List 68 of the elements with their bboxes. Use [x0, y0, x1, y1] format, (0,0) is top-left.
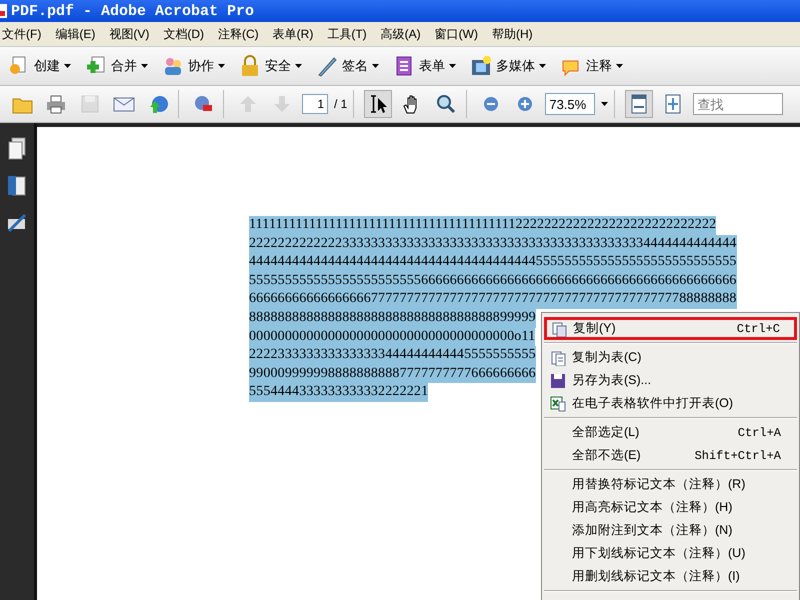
- caret-icon: [141, 64, 148, 68]
- toolbar-button[interactable]: 表单: [391, 53, 458, 79]
- table-icon: [550, 350, 566, 366]
- selected-text: 0000000000000000000000000000000000000o11: [249, 328, 536, 346]
- menu-item[interactable]: 用替换符标记文本（注释）(R): [544, 473, 797, 496]
- pen-icon: [316, 55, 338, 77]
- caret-icon: [218, 64, 225, 68]
- menu-item[interactable]: 另存为表(S)...: [544, 369, 797, 392]
- selected-text: 11111111111111111111111111111111111111112222222222222222222222222222: [249, 216, 716, 235]
- menu-item[interactable]: 帮助(H): [492, 26, 533, 42]
- menu-item[interactable]: 添加附注到文本（注释）(N): [544, 519, 797, 542]
- pages-icon[interactable]: [7, 137, 27, 161]
- selected-text: 5554444333333333332222221: [249, 383, 428, 402]
- menu-item[interactable]: 表单(R): [272, 26, 314, 42]
- toolbar-button[interactable]: 合并: [83, 53, 150, 79]
- copy-icon: [551, 320, 567, 336]
- padlock-icon: [239, 55, 261, 77]
- toolbar-button[interactable]: 安全: [237, 53, 304, 79]
- menu-item[interactable]: 编辑(E): [55, 26, 96, 42]
- caret-icon: [372, 64, 379, 68]
- caret-icon: [616, 64, 623, 68]
- toolbar-button[interactable]: 注释: [558, 53, 625, 79]
- toolbar-button[interactable]: 多媒体: [468, 53, 548, 79]
- globe-icon: [147, 93, 169, 115]
- people-icon: [162, 55, 184, 77]
- menu-item[interactable]: 工具(T): [327, 26, 367, 42]
- pen-icon[interactable]: [7, 213, 27, 233]
- caret-icon: [539, 64, 546, 68]
- search-field[interactable]: 查找: [693, 93, 784, 115]
- caret-icon: [64, 64, 71, 68]
- caret-icon: [295, 64, 302, 68]
- printer-icon: [45, 93, 67, 115]
- menu-item[interactable]: 注释(C): [218, 26, 259, 42]
- menu-item[interactable]: 文件(F): [2, 26, 42, 42]
- spreadsheet-icon: [550, 396, 566, 412]
- menu-item[interactable]: 复制为表(C): [544, 346, 797, 369]
- menu-item[interactable]: 高级(A): [380, 26, 421, 42]
- selected-text: 2222333333333333333444444444445555555555: [249, 346, 536, 365]
- document-icon: [0, 3, 8, 19]
- selected-text: 55555555555555555555555566666666666666666666666666666666666666666666: [249, 272, 737, 290]
- toolbar-button[interactable]: 协作: [160, 53, 227, 79]
- window-title: PDF.pdf - Adobe Acrobat Pro: [11, 2, 254, 20]
- selected-text: 44444444444444444444444444444444444444445555555555555555555555555555: [249, 253, 737, 272]
- selected-text: 22222222222223333333333333333333333333333333333333333334444444444444: [249, 234, 737, 254]
- zoom-field[interactable]: 73.5%: [545, 93, 596, 115]
- page-count: / 1: [334, 97, 348, 111]
- selected-text: 66666666666666666777777777777777777777777777777777777777777788888888: [249, 290, 737, 309]
- menu-item[interactable]: 用删划线标记文本（注释）(I): [544, 565, 797, 588]
- menu-item[interactable]: 窗口(W): [434, 26, 478, 42]
- menu-item[interactable]: 在电子表格软件中打开表(O): [544, 392, 797, 415]
- menu-item[interactable]: 用下划线标记文本（注释）(U): [544, 542, 797, 565]
- toolbar-button[interactable]: 创建: [6, 53, 73, 79]
- menu-item[interactable]: 全部不选(E) Shift+Ctrl+A: [544, 444, 797, 467]
- magnifier-icon: [435, 93, 458, 115]
- menu-item[interactable]: 文档(D): [163, 26, 204, 42]
- caret-icon: [601, 102, 608, 106]
- film-icon: [470, 55, 492, 77]
- selected-text: 8888888888888888888888888888888888899999: [249, 308, 536, 328]
- menu-item[interactable]: 复制(Y) Ctrl+C: [544, 317, 797, 340]
- menu-item[interactable]: 全部选定(L) Ctrl+A: [544, 421, 797, 444]
- page-number-field[interactable]: 1: [302, 94, 328, 114]
- caret-icon: [449, 64, 456, 68]
- toolbar-button[interactable]: 签名: [314, 53, 381, 79]
- menu-item[interactable]: 视图(V): [109, 26, 150, 42]
- selected-text: 9900099999988888888887777777777666666666: [249, 364, 536, 384]
- menu-item[interactable]: 用高亮标记文本（注释）(H): [544, 496, 797, 519]
- toolbar-button[interactable]: [625, 90, 654, 118]
- toolbar-button[interactable]: [364, 90, 392, 118]
